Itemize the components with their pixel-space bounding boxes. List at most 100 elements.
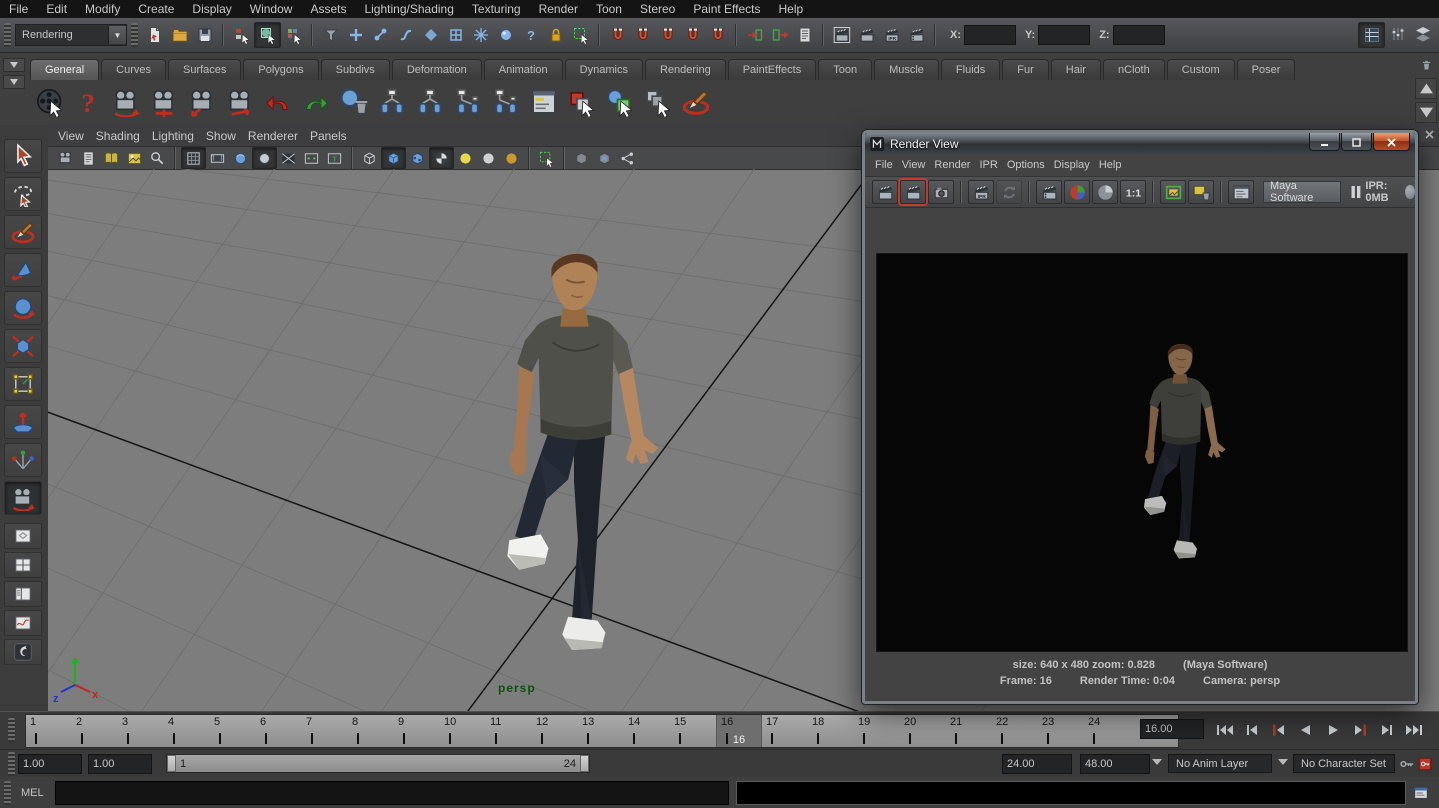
new-scene-icon[interactable]: [142, 23, 167, 47]
open-scene-icon[interactable]: [167, 23, 192, 47]
plugin-shading-icon[interactable]: [616, 148, 639, 168]
menu-item-assets[interactable]: Assets: [301, 1, 355, 17]
timeline-frame-23[interactable]: 23: [1038, 715, 1084, 747]
open-render-settings-icon[interactable]: [1228, 180, 1254, 204]
timeline-frame-8[interactable]: 8: [348, 715, 394, 747]
snap-to-grid-icon[interactable]: [605, 23, 630, 47]
shelf-tab-curves[interactable]: Curves: [101, 59, 166, 80]
construction-history-icon[interactable]: [792, 23, 817, 47]
xray-joints-icon[interactable]: [593, 148, 616, 168]
grid-toggle-icon[interactable]: [181, 147, 206, 169]
timeline-frame-19[interactable]: 19: [854, 715, 900, 747]
flat-lighting-icon[interactable]: [477, 148, 500, 168]
safe-title-icon[interactable]: T: [323, 148, 346, 168]
render-view-menu-help[interactable]: Help: [1099, 159, 1131, 171]
shelf-tab-poser[interactable]: Poser: [1237, 59, 1296, 80]
play-backwards-button[interactable]: [1293, 717, 1319, 742]
viewport-menu-shading[interactable]: Shading: [96, 129, 152, 143]
animation-start-field[interactable]: [18, 754, 82, 774]
chevron-down-icon[interactable]: ▼: [108, 26, 126, 44]
timeline-frame-11[interactable]: 11: [486, 715, 532, 747]
ipr-render-icon[interactable]: IPR: [968, 180, 994, 204]
menu-item-display[interactable]: Display: [183, 1, 240, 17]
paint-select-tool[interactable]: [4, 215, 42, 249]
shelf-tab-deformation[interactable]: Deformation: [392, 59, 482, 80]
playback-start-field[interactable]: [88, 754, 152, 774]
render-view-menu-display[interactable]: Display: [1054, 159, 1099, 171]
xray-icon[interactable]: [570, 148, 593, 168]
range-slider-track[interactable]: 1 24: [166, 754, 590, 773]
shelf-tab-hair[interactable]: Hair: [1051, 59, 1101, 80]
shelf-camera-dolly-icon[interactable]: [184, 84, 219, 120]
refresh-ipr-icon[interactable]: [996, 180, 1022, 204]
menu-item-help[interactable]: Help: [770, 1, 813, 17]
alpha-channel-icon[interactable]: [1092, 180, 1118, 204]
maya-dragon-icon[interactable]: [4, 639, 42, 665]
snap-to-point-icon[interactable]: [655, 23, 680, 47]
shelf-tab-fur[interactable]: Fur: [1002, 59, 1049, 80]
universal-manipulator-tool[interactable]: [4, 367, 42, 401]
mel-input-field[interactable]: [55, 781, 729, 805]
smooth-shade-mode-icon[interactable]: [381, 147, 406, 169]
command-line-grip[interactable]: [4, 781, 11, 805]
render-view-window[interactable]: Render View FileViewRenderIPROptionsDisp…: [862, 130, 1418, 704]
rgb-channels-icon[interactable]: [1064, 180, 1090, 204]
animation-end-field[interactable]: [1080, 754, 1150, 774]
rotate-tool[interactable]: [4, 291, 42, 325]
highlight-selection-icon[interactable]: [568, 23, 593, 47]
menu-set-selector[interactable]: Rendering ▼: [15, 24, 127, 46]
render-current-frame-icon[interactable]: [854, 23, 879, 47]
display-real-size-icon[interactable]: 1:1: [1120, 180, 1146, 204]
timeline-frame-15[interactable]: 15: [670, 715, 716, 747]
default-lighting-icon[interactable]: [454, 148, 477, 168]
shelf-duplicate-special-icon[interactable]: [602, 84, 637, 120]
range-slider-grip[interactable]: [8, 752, 15, 776]
render-region-marquee-icon[interactable]: [1036, 180, 1062, 204]
render-view-menu-render[interactable]: Render: [934, 159, 979, 171]
status-line-grip[interactable]: [131, 23, 138, 47]
anim-layer-selector[interactable]: No Anim Layer: [1168, 754, 1272, 773]
render-view-menu-view[interactable]: View: [902, 159, 935, 171]
panel-close-icon[interactable]: [1421, 127, 1437, 142]
timeline-frame-1[interactable]: 1: [26, 715, 72, 747]
film-gate-icon[interactable]: [206, 148, 229, 168]
mask-dynamics-icon[interactable]: [468, 23, 493, 47]
timeline-frame-20[interactable]: 20: [900, 715, 946, 747]
timeline-frame-17[interactable]: 17: [762, 715, 808, 747]
open-render-view-icon[interactable]: [829, 23, 854, 47]
layout-outliner-persp[interactable]: [4, 581, 42, 607]
script-editor-icon[interactable]: [1412, 783, 1430, 803]
menu-item-file[interactable]: File: [0, 1, 37, 17]
ipr-render-icon[interactable]: IPR: [879, 23, 904, 47]
shelf-ungroup-icon[interactable]: [412, 84, 447, 120]
shelf-tab-general[interactable]: General: [30, 59, 99, 80]
snap-to-plane-icon[interactable]: [680, 23, 705, 47]
textured-mode-icon[interactable]: [406, 148, 429, 168]
timeline-frame-4[interactable]: 4: [164, 715, 210, 747]
shelf-camera-tumble-icon[interactable]: [108, 84, 143, 120]
lock-selection-icon[interactable]: [543, 23, 568, 47]
remove-image-icon[interactable]: [1188, 180, 1214, 204]
menu-item-lighting-shading[interactable]: Lighting/Shading: [355, 1, 462, 17]
show-manipulator-tool[interactable]: [4, 443, 42, 477]
render-region-icon[interactable]: [900, 180, 926, 204]
mask-surfaces-icon[interactable]: [418, 23, 443, 47]
safe-action-icon[interactable]: [300, 148, 323, 168]
layout-four-pane[interactable]: [4, 552, 42, 578]
current-time-field[interactable]: [1140, 719, 1204, 739]
menu-item-edit[interactable]: Edit: [37, 1, 76, 17]
shelf-undo-icon[interactable]: [260, 84, 295, 120]
time-slider-grip[interactable]: [8, 718, 15, 742]
snap-to-view-icon[interactable]: [705, 23, 730, 47]
scale-tool[interactable]: [4, 329, 42, 363]
bookmarks-icon[interactable]: [100, 148, 123, 168]
minimize-button[interactable]: [1309, 133, 1340, 151]
shelf-camera-track-icon[interactable]: [146, 84, 181, 120]
timeline-frame-21[interactable]: 21: [946, 715, 992, 747]
character-set-selector[interactable]: No Character Set: [1293, 754, 1395, 773]
timeline-frame-22[interactable]: 22: [992, 715, 1038, 747]
shelf-trash-icon[interactable]: [1416, 56, 1436, 75]
timeline-frame-7[interactable]: 7: [302, 715, 348, 747]
shelf-item-menu-icon[interactable]: [3, 75, 25, 89]
field-chart-icon[interactable]: [277, 148, 300, 168]
